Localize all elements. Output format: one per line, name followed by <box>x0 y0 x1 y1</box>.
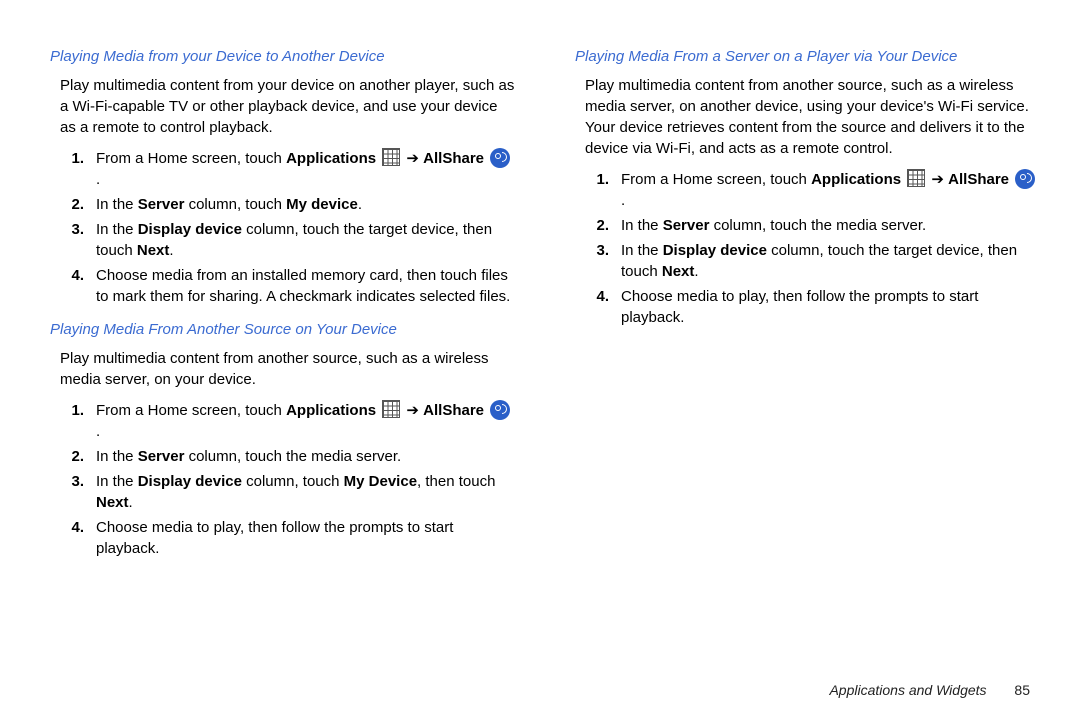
steps-list: 1. From a Home screen, touch Application… <box>50 400 515 559</box>
step-number: 2. <box>575 215 621 236</box>
applications-icon <box>907 169 925 187</box>
applications-icon <box>382 148 400 166</box>
steps-list: 1. From a Home screen, touch Application… <box>50 148 515 307</box>
page-number: 85 <box>1014 682 1030 698</box>
step-number: 1. <box>575 169 621 190</box>
step-body: In the Display device column, touch My D… <box>96 471 515 513</box>
step-item: 2. In the Server column, touch the media… <box>575 215 1040 236</box>
step-body: From a Home screen, touch Applications ➔… <box>96 400 515 442</box>
step-number: 3. <box>575 240 621 261</box>
step-number: 4. <box>50 517 96 538</box>
step-item: 3. In the Display device column, touch t… <box>575 240 1040 282</box>
step-item: 1. From a Home screen, touch Application… <box>575 169 1040 211</box>
page-content: Playing Media from your Device to Anothe… <box>0 0 1080 700</box>
chapter-name: Applications and Widgets <box>829 682 986 698</box>
step-body: From a Home screen, touch Applications ➔… <box>621 169 1040 211</box>
intro-paragraph: Play multimedia content from your device… <box>50 75 515 138</box>
page-footer: Applications and Widgets 85 <box>829 682 1030 698</box>
section-heading: Playing Media From a Server on a Player … <box>575 46 1040 67</box>
step-item: 4. Choose media to play, then follow the… <box>50 517 515 559</box>
step-body: From a Home screen, touch Applications ➔… <box>96 148 515 190</box>
step-body: Choose media to play, then follow the pr… <box>96 517 515 559</box>
step-body: Choose media to play, then follow the pr… <box>621 286 1040 328</box>
step-body: In the Display device column, touch the … <box>96 219 515 261</box>
left-column: Playing Media from your Device to Anothe… <box>50 40 515 680</box>
step-number: 3. <box>50 219 96 240</box>
step-item: 2. In the Server column, touch the media… <box>50 446 515 467</box>
step-body: Choose media from an installed memory ca… <box>96 265 515 307</box>
allshare-icon <box>490 148 510 168</box>
step-number: 2. <box>50 446 96 467</box>
section-heading: Playing Media from your Device to Anothe… <box>50 46 515 67</box>
step-item: 1. From a Home screen, touch Application… <box>50 400 515 442</box>
step-body: In the Server column, touch My device. <box>96 194 515 215</box>
step-item: 4. Choose media from an installed memory… <box>50 265 515 307</box>
step-number: 4. <box>575 286 621 307</box>
step-item: 2. In the Server column, touch My device… <box>50 194 515 215</box>
step-number: 1. <box>50 148 96 169</box>
steps-list: 1. From a Home screen, touch Application… <box>575 169 1040 328</box>
applications-icon <box>382 400 400 418</box>
right-column: Playing Media From a Server on a Player … <box>575 40 1040 680</box>
step-item: 1. From a Home screen, touch Application… <box>50 148 515 190</box>
step-number: 2. <box>50 194 96 215</box>
step-body: In the Server column, touch the media se… <box>96 446 515 467</box>
step-number: 4. <box>50 265 96 286</box>
step-item: 4. Choose media to play, then follow the… <box>575 286 1040 328</box>
step-body: In the Display device column, touch the … <box>621 240 1040 282</box>
step-body: In the Server column, touch the media se… <box>621 215 1040 236</box>
allshare-icon <box>1015 169 1035 189</box>
allshare-icon <box>490 400 510 420</box>
step-number: 3. <box>50 471 96 492</box>
step-item: 3. In the Display device column, touch t… <box>50 219 515 261</box>
intro-paragraph: Play multimedia content from another sou… <box>50 348 515 390</box>
step-number: 1. <box>50 400 96 421</box>
section-heading: Playing Media From Another Source on You… <box>50 319 515 340</box>
step-item: 3. In the Display device column, touch M… <box>50 471 515 513</box>
intro-paragraph: Play multimedia content from another sou… <box>575 75 1040 159</box>
